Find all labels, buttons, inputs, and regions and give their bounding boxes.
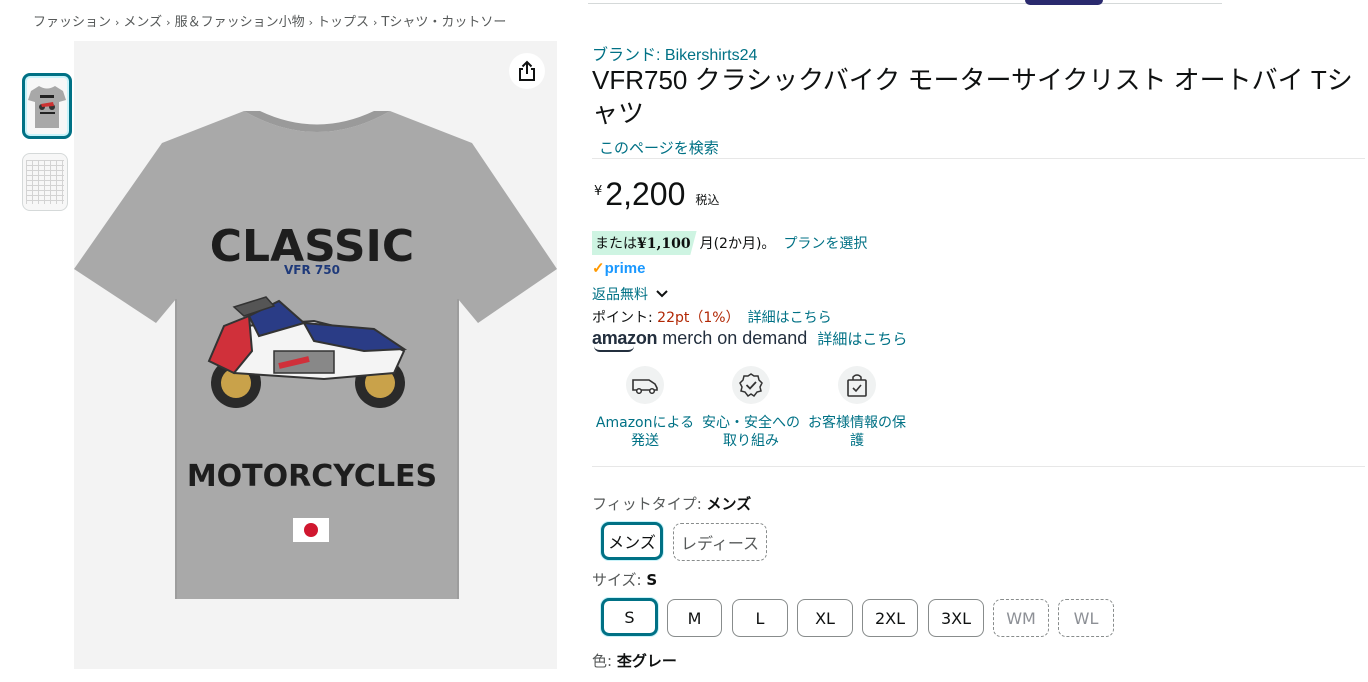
breadcrumb-separator: › bbox=[115, 16, 120, 29]
size-option-wm[interactable]: WM bbox=[993, 599, 1049, 637]
breadcrumb-separator: › bbox=[308, 16, 313, 29]
installment-badge: または¥1,100 bbox=[592, 231, 697, 255]
merch-on-demand-logo: amazon merch on demand bbox=[592, 328, 808, 352]
breadcrumb: ファッション › メンズ › 服＆ファッション小物 › トップス › Tシャツ・カットソー bbox=[33, 11, 506, 30]
size-label: サイズ: S bbox=[592, 569, 657, 590]
installment-prefix: または bbox=[595, 236, 637, 252]
top-banner-fragment bbox=[1025, 0, 1103, 5]
prime-check-icon: ✓ bbox=[592, 260, 605, 277]
share-icon bbox=[519, 60, 535, 81]
print-motorcycles-text: MOTORCYCLES bbox=[187, 459, 437, 494]
fit-type-selected: メンズ bbox=[706, 495, 752, 513]
breadcrumb-separator: › bbox=[373, 16, 378, 29]
print-model-text: VFR 750 bbox=[284, 263, 340, 277]
tshirt-image: CLASSIC VFR 750 MOTORCYCLES bbox=[74, 111, 557, 599]
divider bbox=[592, 466, 1365, 467]
thumbnail-shirt-icon bbox=[28, 86, 66, 128]
price-amount: 2,200 bbox=[605, 176, 686, 212]
points-value: 22pt（1%） bbox=[657, 310, 740, 326]
merch-logo-text: merch on demand bbox=[657, 328, 808, 348]
breadcrumb-item-clothing[interactable]: 服＆ファッション小物 bbox=[175, 15, 305, 30]
thumbnail-shirt[interactable] bbox=[22, 73, 72, 139]
size-label-text: サイズ: bbox=[592, 571, 647, 589]
chevron-down-icon bbox=[656, 286, 668, 302]
price-currency: ¥ bbox=[594, 184, 603, 199]
feature-amazon-shipping[interactable]: Amazonによる発送 bbox=[592, 366, 698, 450]
installment-row: または¥1,100 月(2か月)。 プランを選択 bbox=[592, 231, 867, 255]
search-this-page-link[interactable]: このページを検索 bbox=[599, 137, 719, 158]
points-details-link[interactable]: 詳細はこちら bbox=[748, 310, 832, 326]
feature-safety-label: 安心・安全への取り組み bbox=[702, 415, 800, 449]
thumbnail-size-chart[interactable] bbox=[22, 153, 68, 211]
size-option-3xl[interactable]: 3XL bbox=[928, 599, 984, 637]
price-block: ¥ 2,200 税込 bbox=[594, 176, 719, 213]
breadcrumb-item-fashion[interactable]: ファッション bbox=[33, 15, 111, 30]
breadcrumb-item-tops[interactable]: トップス bbox=[317, 15, 369, 30]
feature-amazon-shipping-label: Amazonによる発送 bbox=[595, 415, 695, 449]
free-returns-toggle[interactable]: 返品無料 bbox=[592, 284, 668, 304]
divider bbox=[592, 158, 1365, 159]
brand-link[interactable]: ブランド: Bikershirts24 bbox=[592, 41, 757, 65]
points-label: ポイント: bbox=[592, 310, 658, 326]
secure-bag-icon bbox=[838, 366, 876, 404]
size-chart-grid-icon bbox=[26, 160, 64, 204]
fit-type-label-text: フィットタイプ: bbox=[592, 495, 707, 513]
size-option-xl[interactable]: XL bbox=[797, 599, 853, 637]
color-label-text: 色: bbox=[592, 652, 617, 670]
feature-privacy-label: お客様情報の保護 bbox=[808, 415, 906, 449]
trust-features: Amazonによる発送 安心・安全への取り組み お客様情報の保護 bbox=[592, 366, 910, 450]
merch-on-demand-row: amazon merch on demand 詳細はこちら bbox=[592, 328, 907, 352]
color-label: 色: 杢グレー bbox=[592, 650, 677, 671]
prime-badge: ✓prime bbox=[592, 259, 645, 277]
product-main-image[interactable]: CLASSIC VFR 750 MOTORCYCLES bbox=[74, 41, 557, 669]
price-tax-label: 税込 bbox=[695, 193, 720, 207]
prime-label: prime bbox=[604, 260, 646, 277]
security-badge-icon bbox=[732, 366, 770, 404]
share-button[interactable] bbox=[509, 53, 545, 89]
points-row: ポイント: 22pt（1%） 詳細はこちら bbox=[592, 307, 832, 327]
fit-type-label: フィットタイプ: メンズ bbox=[592, 493, 751, 514]
installment-suffix: 月(2か月)。 bbox=[699, 236, 776, 252]
fit-option-mens[interactable]: メンズ bbox=[601, 522, 663, 560]
color-selected: 杢グレー bbox=[616, 652, 677, 670]
merch-logo-amazon: amazon bbox=[592, 328, 658, 348]
size-option-wl[interactable]: WL bbox=[1058, 599, 1114, 637]
size-option-l[interactable]: L bbox=[732, 599, 788, 637]
select-plan-link[interactable]: プランを選択 bbox=[783, 233, 867, 253]
installment-amount: ¥1,100 bbox=[637, 236, 691, 252]
size-selected: S bbox=[646, 571, 658, 589]
size-option-2xl[interactable]: 2XL bbox=[862, 599, 918, 637]
feature-privacy[interactable]: お客様情報の保護 bbox=[804, 366, 910, 450]
breadcrumb-separator: › bbox=[166, 16, 171, 29]
japan-flag-icon bbox=[293, 518, 329, 542]
free-returns-label: 返品無料 bbox=[592, 287, 648, 303]
breadcrumb-item-tshirts[interactable]: Tシャツ・カットソー bbox=[381, 15, 506, 30]
product-title: VFR750 クラシックバイク モーターサイクリスト オートバイ Tシャツ bbox=[592, 65, 1353, 128]
fit-option-womens[interactable]: レディース bbox=[673, 523, 767, 561]
amazon-smile-icon bbox=[594, 346, 634, 352]
top-divider bbox=[588, 3, 1222, 4]
feature-safety[interactable]: 安心・安全への取り組み bbox=[698, 366, 804, 450]
size-option-s[interactable]: S bbox=[601, 598, 658, 636]
delivery-van-icon bbox=[626, 366, 664, 404]
size-option-m[interactable]: M bbox=[667, 599, 722, 637]
merch-details-link[interactable]: 詳細はこちら bbox=[817, 328, 907, 349]
image-thumbnails bbox=[22, 73, 72, 225]
breadcrumb-item-mens[interactable]: メンズ bbox=[123, 15, 162, 30]
